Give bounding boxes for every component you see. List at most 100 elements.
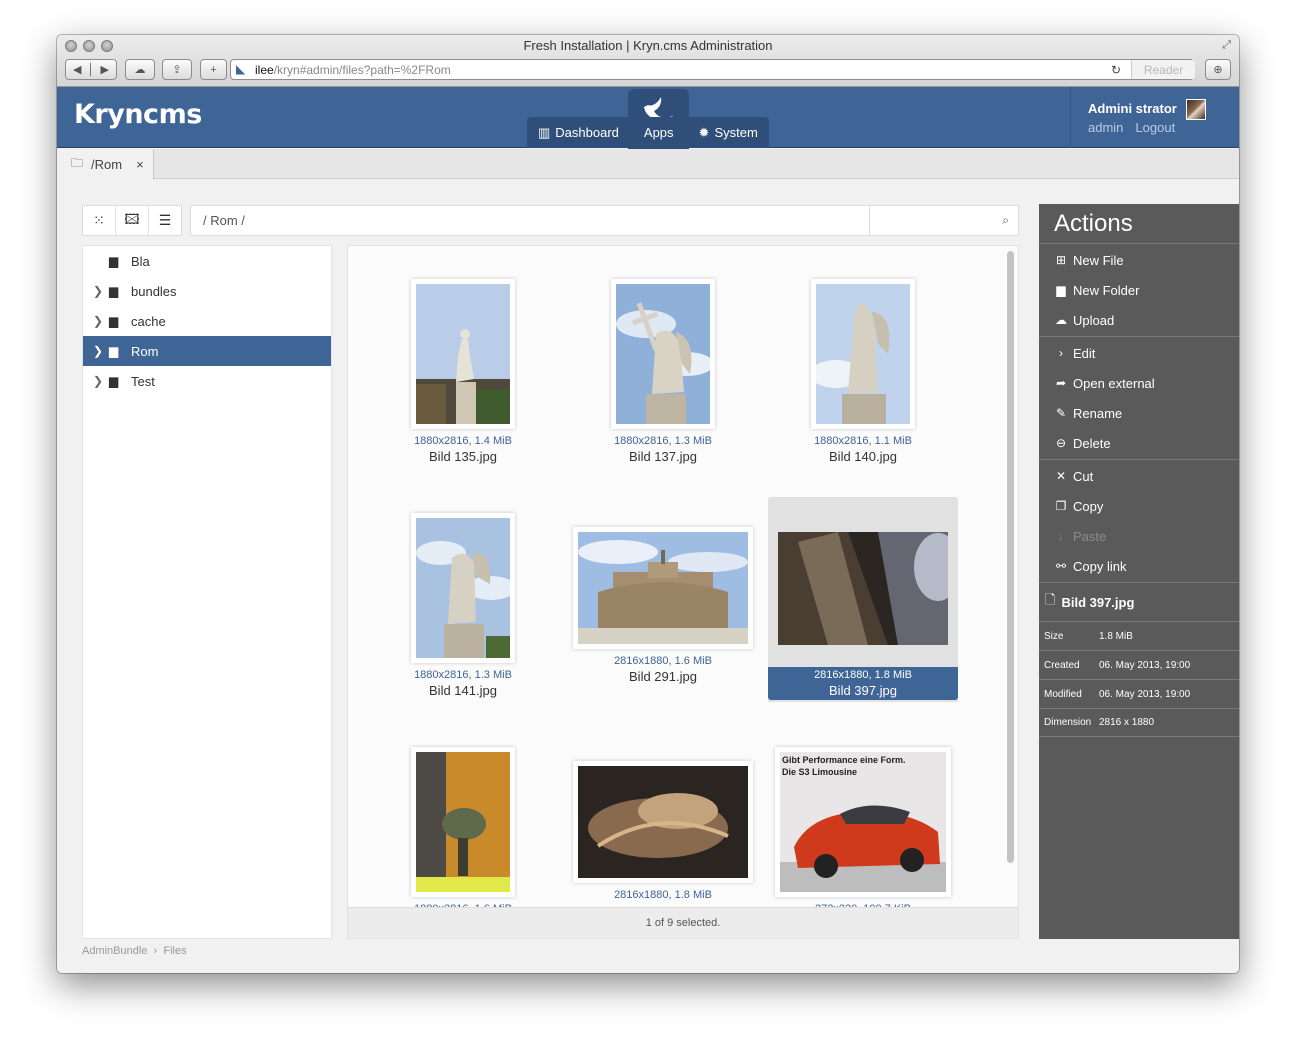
close-icon[interactable]: × <box>136 157 144 172</box>
action-label: New File <box>1073 252 1124 268</box>
forward-arrow-icon[interactable]: ▶ <box>101 63 109 76</box>
cut-action[interactable]: ✕ Cut <box>1039 461 1239 491</box>
nav-dashboard[interactable]: ▥ Dashboard <box>527 117 630 148</box>
upload-action[interactable]: ☁ Upload <box>1039 305 1239 335</box>
tree-item-bundles[interactable]: ❯ ▆ bundles <box>83 276 331 306</box>
actions-title: Actions <box>1039 204 1239 244</box>
chevron-right-icon[interactable]: ❯ <box>83 344 109 358</box>
mixed-view-button[interactable]: 🖾 <box>116 206 149 235</box>
open-external-action[interactable]: ➦ Open external <box>1039 368 1239 398</box>
new-folder-action[interactable]: ▆ New Folder <box>1039 275 1239 305</box>
file-item[interactable]: 1880x2816, 1.4 MiB Bild 135.jpg <box>368 279 558 464</box>
file-thumbnail[interactable] <box>778 532 962 645</box>
file-thumbnail[interactable] <box>411 279 515 429</box>
icloud-button[interactable]: ☁ <box>125 59 155 80</box>
main-nav: ▥ Dashboard Apps ✹ System <box>527 117 769 148</box>
tree-item-cache[interactable]: ❯ ▆ cache <box>83 306 331 336</box>
cloud-upload-icon: ☁ <box>1055 313 1067 327</box>
tab-bar: 🗀 /Rom × <box>57 149 1239 180</box>
file-info: 🗋 Bild 397.jpg Size 1.8 MiB Created 06. May… <box>1039 583 1239 737</box>
file-item[interactable]: Gibt Performance eine Form. Die S3 Limou… <box>768 747 958 915</box>
file-item[interactable]: 1880x2816, 1.6 MiB <box>368 747 558 915</box>
file-grid: 1880x2816, 1.4 MiB Bild 135.jpg 1880x281… <box>347 245 1019 939</box>
download-icon: ⊕ <box>1213 64 1223 76</box>
statue-photo <box>810 284 910 424</box>
new-tab-button[interactable]: + <box>200 59 227 80</box>
address-bar[interactable]: ◣ ilee/kryn#admin/files?path=%2FRom ↻ <box>230 59 1194 80</box>
file-item[interactable]: 1880x2816, 1.3 MiB Bild 137.jpg <box>568 279 758 464</box>
breadcrumb-adminbundle[interactable]: AdminBundle <box>82 945 147 957</box>
back-forward-buttons[interactable]: ◀ │ ▶ <box>65 59 117 80</box>
file-item[interactable]: 1880x2816, 1.1 MiB Bild 140.jpg <box>768 279 958 464</box>
chevron-right-icon[interactable]: ❯ <box>83 284 109 298</box>
prop-value: 2816 x 1880 <box>1099 717 1155 728</box>
prop-key: Created <box>1044 659 1080 671</box>
minus-circle-icon: ⊖ <box>1055 436 1067 450</box>
folder-icon: ▆ <box>109 314 119 328</box>
paste-icon: ↓ <box>1058 529 1064 543</box>
search-input[interactable]: ⌕ <box>869 205 1019 236</box>
rename-action[interactable]: ✎ Rename <box>1039 398 1239 428</box>
tree-item-bla[interactable]: ▆ Bla <box>83 246 331 276</box>
grid-scrollbar[interactable] <box>1007 251 1014 863</box>
copy-action[interactable]: ❐ Copy <box>1039 491 1239 521</box>
tree-item-test[interactable]: ❯ ▆ Test <box>83 366 331 396</box>
current-path: / Rom / <box>203 213 245 228</box>
tab-rom[interactable]: 🗀 /Rom × <box>57 149 154 180</box>
logout-link[interactable]: Logout <box>1135 120 1175 135</box>
castle-photo <box>578 532 748 644</box>
chevron-right-icon[interactable]: ❯ <box>83 374 109 388</box>
chevron-right-icon: › <box>1059 346 1063 360</box>
action-label: Copy link <box>1073 558 1127 574</box>
breadcrumb-files[interactable]: Files <box>163 945 186 957</box>
grid-view-button[interactable]: ⁙ <box>83 206 116 235</box>
file-item[interactable]: 2816x1880, 1.8 MiB <box>568 761 758 901</box>
nav-apps[interactable]: Apps <box>630 117 688 148</box>
file-name: Bild 397.jpg <box>829 683 897 698</box>
file-thumbnail[interactable] <box>573 761 753 883</box>
file-name: Bild 291.jpg <box>629 669 697 684</box>
user-name[interactable]: Admini strator <box>1088 101 1187 116</box>
chevron-right-icon: › <box>150 945 161 957</box>
file-thumbnail[interactable] <box>810 279 915 429</box>
avatar[interactable] <box>1186 99 1206 120</box>
user-panel: Admini strator admin Logout <box>1070 87 1206 148</box>
username-link[interactable]: admin <box>1088 120 1123 135</box>
helmet-photo <box>416 752 510 892</box>
chevron-right-icon[interactable]: ❯ <box>83 314 109 328</box>
file-thumbnail[interactable] <box>611 279 715 429</box>
copy-link-action[interactable]: ⚯ Copy link <box>1039 551 1239 581</box>
reader-button[interactable]: Reader <box>1131 60 1195 79</box>
list-view-button[interactable]: ☰ <box>149 206 181 235</box>
file-thumbnail[interactable] <box>573 527 753 649</box>
file-item[interactable]: 2816x1880, 1.6 MiB Bild 291.jpg <box>568 527 758 684</box>
new-file-action[interactable]: ⊞ New File <box>1039 245 1239 275</box>
file-meta: 1880x2816, 1.1 MiB <box>814 435 912 447</box>
nav-system[interactable]: ✹ System <box>688 117 769 148</box>
file-item-selected[interactable]: 2816x1880, 1.8 MiB Bild 397.jpg <box>768 497 962 702</box>
file-thumbnail[interactable] <box>411 513 516 663</box>
actions-group-clipboard: ✕ Cut ❐ Copy ↓ Paste ⚯ Copy link <box>1039 460 1239 583</box>
copy-icon: ❐ <box>1055 499 1067 513</box>
kryncms-logo[interactable]: Kryncms <box>74 99 202 130</box>
fullscreen-icon[interactable]: ⤢ <box>1222 39 1231 52</box>
site-favicon-icon: ◣ <box>236 62 246 76</box>
prop-value: 1.8 MiB <box>1099 630 1133 642</box>
link-icon: ⚯ <box>1055 559 1067 573</box>
tree-item-rom[interactable]: ❯ ▆ Rom <box>83 336 331 366</box>
folder-open-icon: 🗀 <box>71 156 84 170</box>
file-thumbnail[interactable] <box>411 747 515 897</box>
reload-icon[interactable]: ↻ <box>1111 63 1121 77</box>
action-label: Cut <box>1073 468 1094 484</box>
delete-action[interactable]: ⊖ Delete <box>1039 428 1239 458</box>
action-label: New Folder <box>1073 282 1140 298</box>
downloads-button[interactable]: ⊕ <box>1205 59 1231 80</box>
share-button[interactable]: ⇪ <box>162 59 192 80</box>
back-arrow-icon[interactable]: ◀ <box>73 63 81 76</box>
pantheon-photo <box>778 532 962 645</box>
file-thumbnail[interactable]: Gibt Performance eine Form. Die S3 Limou… <box>775 747 951 897</box>
file-item[interactable]: 1880x2816, 1.3 MiB Bild 141.jpg <box>368 513 558 698</box>
edit-action[interactable]: › Edit <box>1039 338 1239 368</box>
url-path: /kryn#admin/files?path=%2FRom <box>273 62 451 77</box>
file-meta: 2816x1880, 1.6 MiB <box>614 655 712 667</box>
